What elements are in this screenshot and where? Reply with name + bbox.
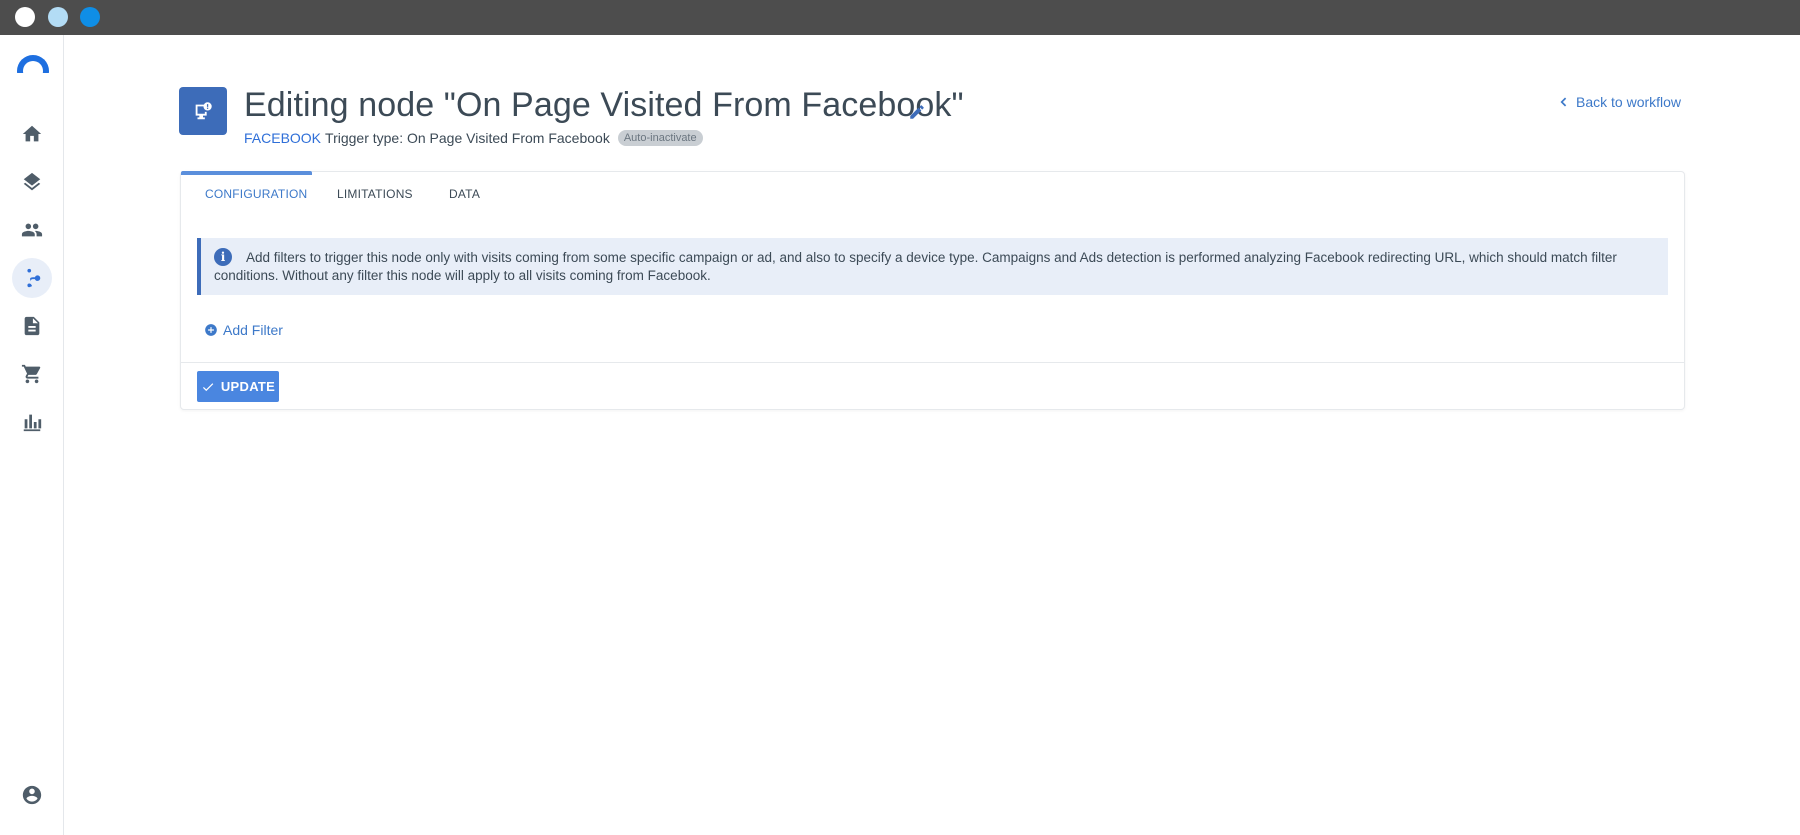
cart-icon [21, 364, 41, 384]
account-icon [22, 785, 42, 805]
sidebar-item-contacts[interactable] [12, 210, 52, 250]
tab-configuration[interactable]: CONFIGURATION [205, 187, 307, 201]
logo-icon[interactable] [17, 55, 49, 73]
info-callout: i Add filters to trigger this node only … [197, 238, 1668, 295]
sidebar-item-commerce[interactable] [12, 354, 52, 394]
sidebar-item-reports[interactable] [12, 402, 52, 442]
window-titlebar [0, 0, 1800, 35]
update-button[interactable]: UPDATE [197, 371, 279, 402]
tab-data[interactable]: DATA [449, 187, 480, 201]
sidebar [0, 35, 64, 835]
back-link-label: Back to workflow [1576, 94, 1682, 110]
sidebar-item-layers[interactable] [12, 162, 52, 202]
update-button-label: UPDATE [220, 379, 276, 394]
node-config-card: CONFIGURATION LIMITATIONS DATA i Add fil… [180, 171, 1685, 410]
workflow-icon [27, 268, 41, 288]
window-maximize-button[interactable] [80, 7, 100, 27]
add-filter-button[interactable]: Add Filter [204, 322, 283, 338]
tab-limitations[interactable]: LIMITATIONS [337, 187, 413, 201]
source-tag: FACEBOOK [244, 130, 322, 146]
sidebar-item-documents[interactable] [12, 306, 52, 346]
pencil-icon [910, 105, 924, 119]
window-minimize-button[interactable] [48, 7, 68, 27]
active-tab-indicator [181, 171, 312, 175]
facebook-trigger-icon [195, 102, 212, 120]
layers-icon [23, 172, 41, 191]
check-icon [202, 382, 214, 391]
people-icon [21, 223, 43, 237]
chevron-left-icon [1560, 97, 1567, 107]
status-badge: Auto-inactivate [617, 130, 703, 146]
node-type-badge [179, 87, 227, 135]
edit-title-button[interactable] [908, 103, 926, 121]
page-title: Editing node "On Page Visited From Faceb… [244, 86, 964, 124]
add-filter-label: Add Filter [223, 322, 283, 338]
home-icon [22, 125, 42, 142]
card-divider [181, 362, 1684, 363]
plus-circle-icon [205, 324, 217, 336]
info-text: Add filters to trigger this node only wi… [214, 250, 1617, 283]
window-close-button[interactable] [15, 7, 35, 27]
back-to-workflow-link[interactable]: Back to workflow [1558, 94, 1681, 110]
sidebar-item-home[interactable] [12, 114, 52, 154]
sidebar-item-account[interactable] [12, 775, 52, 815]
trigger-type-text: Trigger type: On Page Visited From Faceb… [325, 130, 610, 146]
bar-chart-icon [23, 414, 42, 432]
node-subtitle: FACEBOOK Trigger type: On Page Visited F… [244, 130, 703, 146]
sidebar-item-workflows[interactable] [12, 258, 52, 298]
document-icon [24, 316, 40, 336]
